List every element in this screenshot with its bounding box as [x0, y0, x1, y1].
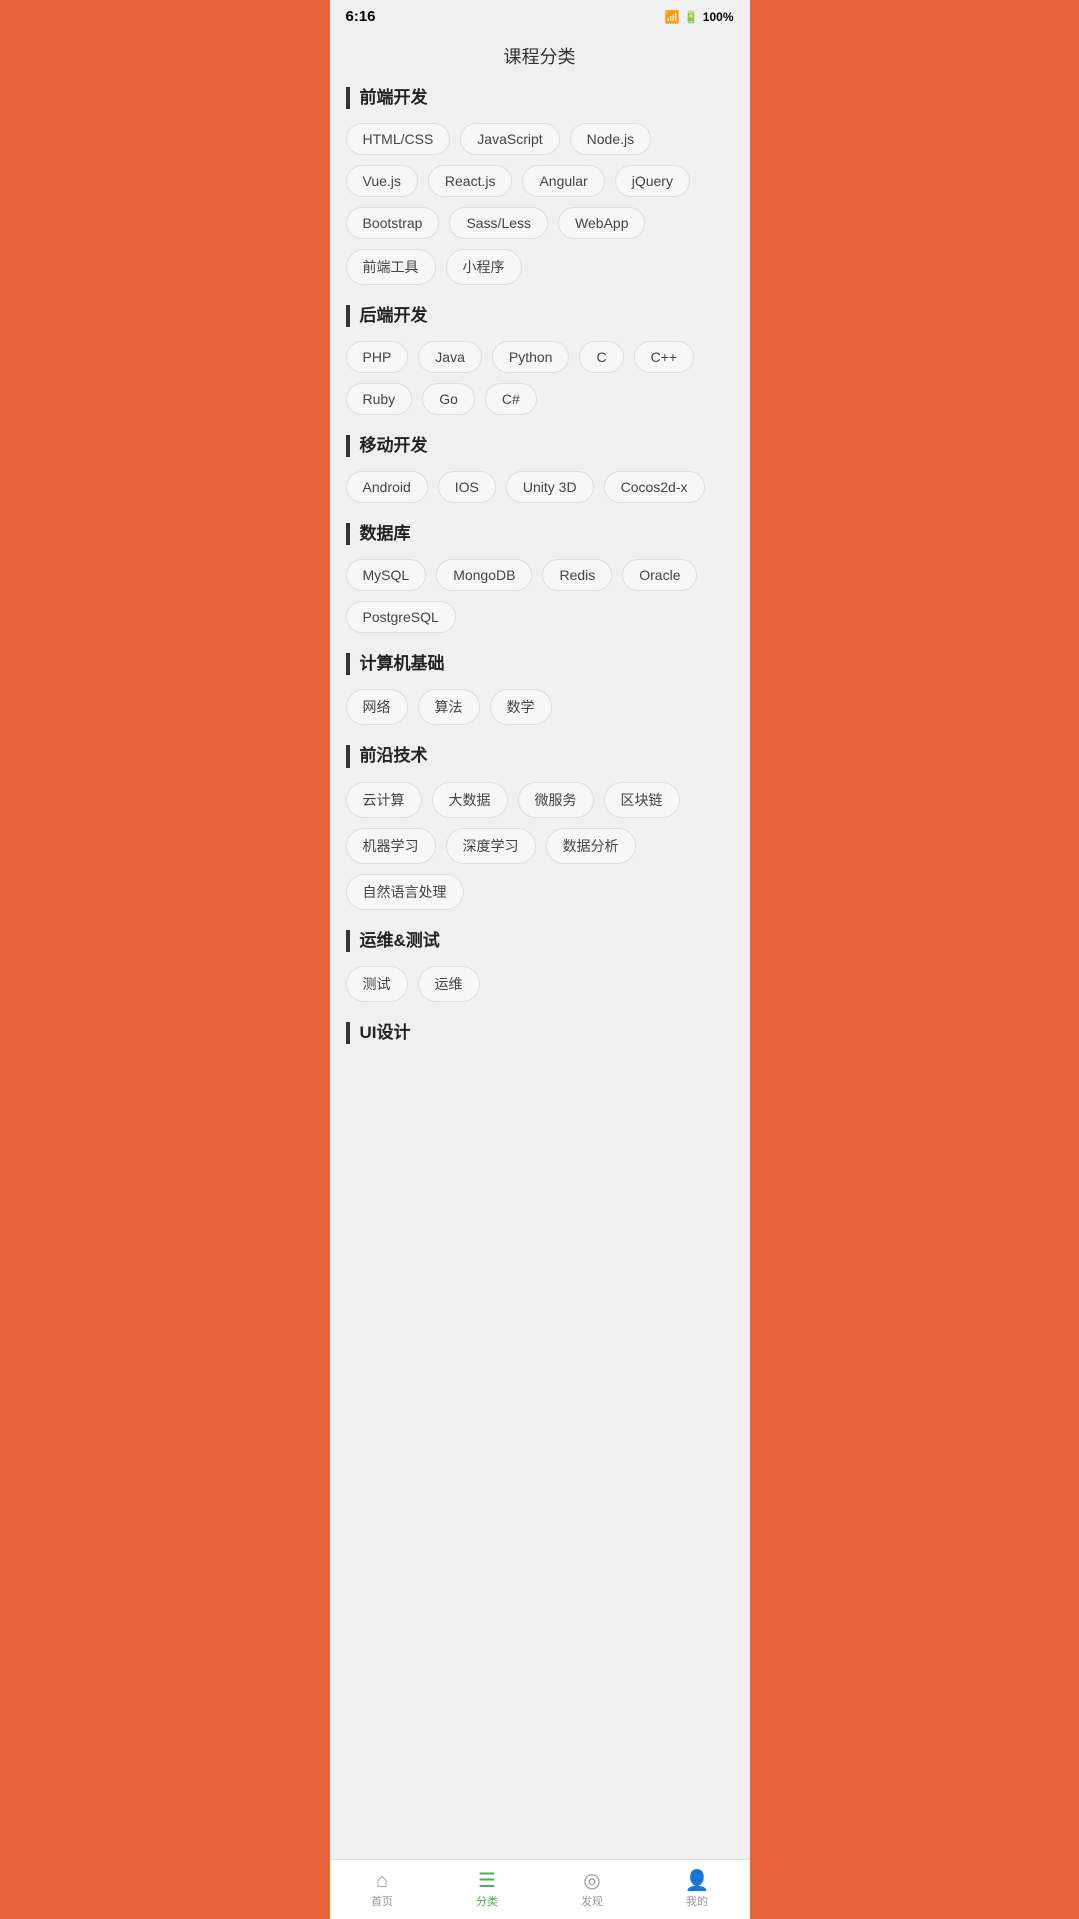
tag-JavaScript[interactable]: JavaScript [460, 123, 559, 155]
tag-Vue-js[interactable]: Vue.js [346, 165, 418, 197]
nav-label-category: 分类 [476, 1893, 498, 1909]
tag---[interactable]: 网络 [346, 689, 408, 725]
section-title-devops: 运维&测试 [346, 930, 734, 952]
section-devops: 运维&测试测试运维 [346, 930, 734, 1002]
nav-item-mine[interactable]: 👤 我的 [645, 1860, 750, 1919]
tag----[interactable]: 云计算 [346, 782, 422, 818]
section-database: 数据库 MySQL MongoDB Redis Oracle PostgreSQL [346, 523, 734, 633]
tag-Oracle[interactable]: Oracle [622, 559, 697, 591]
nav-label-mine: 我的 [686, 1893, 708, 1909]
tag----[interactable]: 小程序 [446, 249, 522, 285]
tag-PostgreSQL[interactable]: PostgreSQL [346, 601, 456, 633]
tag-----[interactable]: 深度学习 [446, 828, 536, 864]
section-frontier: 前沿技术云计算大数据微服务区块链机器学习深度学习数据分析自然语言处理 [346, 745, 734, 909]
tag-Angular[interactable]: Angular [522, 165, 604, 197]
tag-PHP[interactable]: PHP [346, 341, 409, 373]
tag-----[interactable]: 前端工具 [346, 249, 436, 285]
tag-Bootstrap[interactable]: Bootstrap [346, 207, 440, 239]
battery-icon: 🔋 [684, 10, 699, 24]
tag-C--[interactable]: C++ [634, 341, 694, 373]
section-title-cs-basics: 计算机基础 [346, 653, 734, 675]
tag-Python[interactable]: Python [492, 341, 570, 373]
tag----[interactable]: 大数据 [432, 782, 508, 818]
section-title-database: 数据库 [346, 523, 734, 545]
section-cs-basics: 计算机基础网络算法数学 [346, 653, 734, 725]
tag---[interactable]: 数学 [490, 689, 552, 725]
section-title-backend: 后端开发 [346, 305, 734, 327]
tags-backend: PHP Java Python C C++ Ruby Go C# [346, 341, 734, 415]
tag-React-js[interactable]: React.js [428, 165, 513, 197]
nav-item-discover[interactable]: ◎ 发现 [540, 1860, 645, 1919]
nav-label-discover: 发现 [581, 1893, 603, 1909]
tags-devops: 测试运维 [346, 966, 734, 1002]
tag-------[interactable]: 自然语言处理 [346, 874, 464, 910]
tag-Ruby[interactable]: Ruby [346, 383, 413, 415]
nav-icon-home: ⌂ [376, 1871, 388, 1891]
tag---[interactable]: 运维 [418, 966, 480, 1002]
tag-MySQL[interactable]: MySQL [346, 559, 427, 591]
tags-mobile: Android IOS Unity 3D Cocos2d-x [346, 471, 734, 503]
tags-database: MySQL MongoDB Redis Oracle PostgreSQL [346, 559, 734, 633]
status-time: 6:16 [346, 8, 376, 25]
tag-Sass-Less[interactable]: Sass/Less [449, 207, 548, 239]
tag-----[interactable]: 数据分析 [546, 828, 636, 864]
section-frontend: 前端开发 HTML/CSS JavaScript Node.js Vue.js React… [346, 87, 734, 285]
tag-Go[interactable]: Go [422, 383, 475, 415]
nav-icon-discover: ◎ [583, 1871, 600, 1891]
tag-jQuery[interactable]: jQuery [615, 165, 690, 197]
tag-Unity-3D[interactable]: Unity 3D [506, 471, 594, 503]
section-title-mobile: 移动开发 [346, 435, 734, 457]
section-mobile: 移动开发 Android IOS Unity 3D Cocos2d-x [346, 435, 734, 503]
tag---[interactable]: 算法 [418, 689, 480, 725]
status-icons: 📶 🔋 100% [665, 10, 734, 24]
phone-frame: 6:16 📶 🔋 100% 课程分类 前端开发 HTML/CSS JavaScrip… [330, 0, 750, 1919]
tag-HTML-CSS[interactable]: HTML/CSS [346, 123, 451, 155]
section-backend: 后端开发 PHP Java Python C C++ Ruby Go C# [346, 305, 734, 415]
tag-Cocos2d-x[interactable]: Cocos2d-x [604, 471, 705, 503]
nav-label-home: 首页 [371, 1893, 393, 1909]
tags-cs-basics: 网络算法数学 [346, 689, 734, 725]
nav-icon-mine: 👤 [685, 1871, 710, 1891]
section-ui-design: UI设计 [346, 1022, 734, 1044]
bottom-nav: ⌂ 首页 ☰ 分类 ◎ 发现 👤 我的 [330, 1859, 750, 1919]
tag----[interactable]: 区块链 [604, 782, 680, 818]
tag-Node-js[interactable]: Node.js [570, 123, 651, 155]
tag-----[interactable]: 机器学习 [346, 828, 436, 864]
tag----[interactable]: 微服务 [518, 782, 594, 818]
section-title-frontier: 前沿技术 [346, 745, 734, 767]
tag-IOS[interactable]: IOS [438, 471, 496, 503]
section-title-frontend: 前端开发 [346, 87, 734, 109]
tag-WebApp[interactable]: WebApp [558, 207, 645, 239]
wifi-icon: 📶 [665, 10, 680, 24]
tag-MongoDB[interactable]: MongoDB [436, 559, 532, 591]
content-area: 前端开发 HTML/CSS JavaScript Node.js Vue.js React… [330, 87, 750, 1144]
battery-percent: 100% [703, 10, 734, 24]
tag-C[interactable]: C [579, 341, 623, 373]
page-title: 课程分类 [330, 29, 750, 87]
nav-item-category[interactable]: ☰ 分类 [435, 1860, 540, 1919]
tags-frontier: 云计算大数据微服务区块链机器学习深度学习数据分析自然语言处理 [346, 782, 734, 910]
tags-frontend: HTML/CSS JavaScript Node.js Vue.js React.js A… [346, 123, 734, 285]
nav-icon-category: ☰ [478, 1871, 496, 1891]
status-bar: 6:16 📶 🔋 100% [330, 0, 750, 29]
tag-C-[interactable]: C# [485, 383, 537, 415]
tag-Java[interactable]: Java [418, 341, 482, 373]
tag-Redis[interactable]: Redis [542, 559, 612, 591]
tag---[interactable]: 测试 [346, 966, 408, 1002]
section-title-ui-design: UI设计 [346, 1022, 734, 1044]
nav-item-home[interactable]: ⌂ 首页 [330, 1860, 435, 1919]
tag-Android[interactable]: Android [346, 471, 428, 503]
